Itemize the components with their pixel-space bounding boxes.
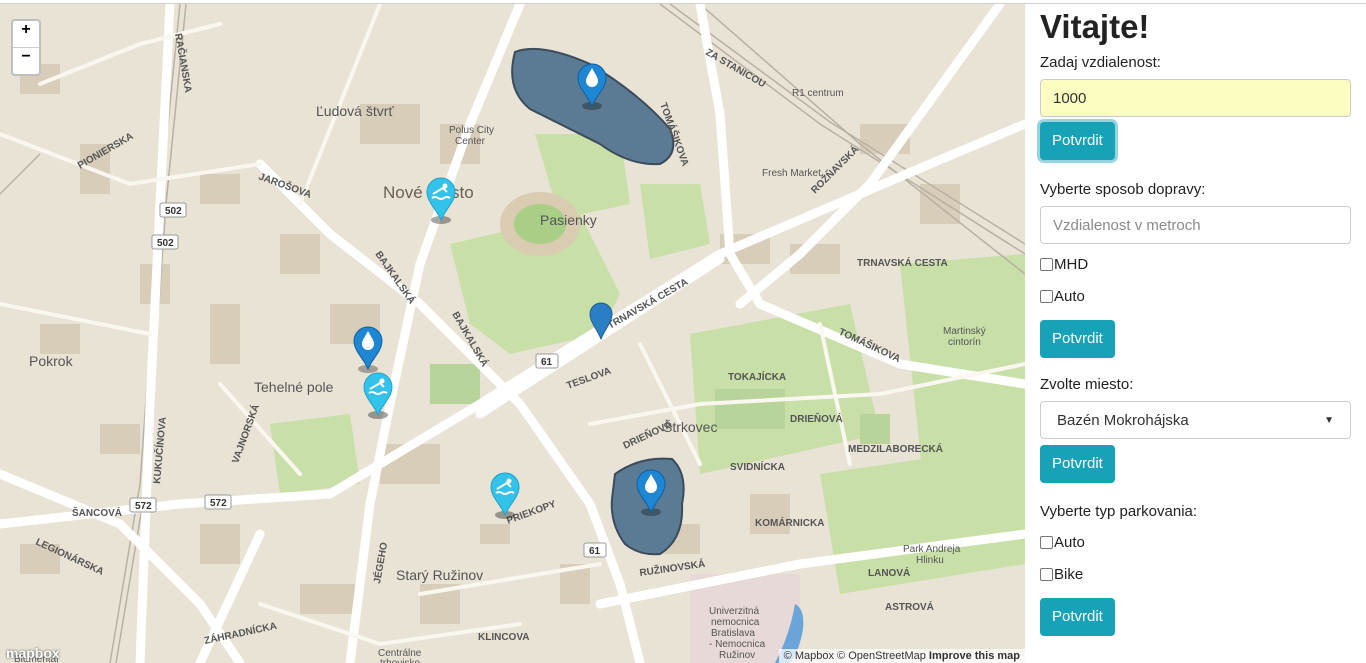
shield-502a: 502 — [165, 206, 182, 217]
chevron-down-icon: ▼ — [1324, 414, 1334, 426]
label-astrova: ASTROVÁ — [885, 600, 934, 613]
label-jarosova: JAROŠOVA — [257, 170, 313, 201]
auto-checkbox[interactable] — [1040, 289, 1053, 303]
mapbox-logo[interactable]: mapbox — [6, 645, 60, 661]
label-polus2: Center — [455, 136, 486, 147]
confirm-transport-button[interactable]: Potvrdit — [1040, 320, 1115, 358]
bike-checkbox[interactable] — [1040, 567, 1053, 581]
label-freshmarket: Fresh Market — [762, 168, 821, 179]
label-sancova: ŠANCOVÁ — [72, 506, 122, 519]
mhd-checkbox[interactable] — [1040, 257, 1053, 271]
label-trnavska: TRNAVSKÁ CESTA — [605, 275, 690, 332]
confirm-parking-button[interactable]: Potvrdit — [1040, 598, 1115, 636]
label-nemocnica4: - Nemocnica — [709, 639, 766, 650]
mhd-label: MHD — [1054, 255, 1089, 273]
place-label: Zvolte miesto: — [1040, 376, 1134, 393]
label-martinsky2: cintorín — [948, 337, 981, 348]
improve-map-link[interactable]: Improve this map — [929, 650, 1020, 662]
label-jegeho: JÉGEHO — [370, 541, 390, 585]
label-ludova: Ľudová štvrť — [316, 103, 394, 119]
label-martinsky: Martinský — [943, 326, 986, 337]
distance-input[interactable]: 1000 — [1040, 79, 1351, 117]
transport-distance-input[interactable]: Vzdialenost v metroch — [1040, 206, 1351, 244]
label-teslova: TESLOVA — [565, 366, 612, 392]
label-trnavska2: TRNAVSKÁ CESTA — [857, 256, 948, 269]
zoom-in-button[interactable]: + — [13, 21, 39, 48]
label-polus: Polus City — [449, 125, 494, 136]
transport-label: Vyberte sposob dopravy: — [1040, 181, 1206, 198]
label-klincova: KLINCOVA — [478, 632, 529, 643]
control-panel: Vitajte! Zadaj vzdialenost: 1000 Potvrdi… — [1040, 4, 1351, 636]
shield-61b: 61 — [589, 546, 601, 557]
label-nemocnica1: Univerzitná — [709, 606, 759, 617]
label-racianska: RAČIANSKA — [172, 32, 195, 93]
page-title: Vitajte! — [1040, 8, 1150, 45]
map[interactable]: TRNAVSKÁ CESTA TRNAVSKÁ CESTA TOMÁŠIKOVA… — [0, 4, 1025, 663]
shield-572b: 572 — [210, 498, 227, 509]
label-svidnicka: SVIDNÍCKA — [730, 460, 785, 473]
confirm-distance-button[interactable]: Potvrdit — [1040, 122, 1115, 160]
label-pokrok: Pokrok — [29, 353, 74, 369]
label-nemocnica5: Ružinov — [719, 650, 755, 661]
label-parkandreja2: Hlinku — [916, 555, 944, 566]
bike-checkbox-row[interactable]: Bike — [1040, 564, 1351, 584]
swimming-marker-icon[interactable] — [426, 177, 456, 224]
label-starynuzinov: Starý Ružinov — [396, 567, 483, 583]
label-lanova: LANOVÁ — [868, 566, 910, 579]
map-attribution: © Mapbox © OpenStreetMap Improve this ma… — [778, 649, 1025, 663]
bike-label: Bike — [1054, 565, 1084, 583]
mapbox-logo-text: mapbox — [6, 645, 60, 661]
shield-61a: 61 — [541, 357, 553, 368]
label-pasienky: Pasienky — [540, 212, 597, 228]
label-medzilaborecka: MEDZILABORECKÁ — [848, 442, 943, 455]
zoom-out-button[interactable]: − — [13, 48, 39, 74]
mhd-checkbox-row[interactable]: MHD — [1040, 254, 1351, 274]
label-centralne2: trhovisko — [380, 658, 420, 663]
shield-572a: 572 — [135, 501, 152, 512]
parking-label: Vyberte typ parkovania: — [1040, 503, 1198, 520]
distance-label: Zadaj vzdialenost: — [1040, 54, 1161, 71]
place-select-value: Bazén Mokrohájska — [1057, 411, 1189, 429]
water-marker-icon[interactable] — [353, 326, 383, 373]
parking-auto-checkbox[interactable] — [1040, 535, 1053, 549]
label-r1: R1 centrum — [792, 88, 844, 99]
label-tokajicka: TOKAJÍCKA — [728, 370, 786, 383]
label-nemocnica3: Bratislava — [711, 628, 755, 639]
attribution-osm[interactable]: © OpenStreetMap — [837, 650, 926, 662]
label-komarnicka: KOMÁRNICKA — [755, 516, 824, 529]
parking-auto-label: Auto — [1054, 533, 1085, 551]
map-canvas: TRNAVSKÁ CESTA TRNAVSKÁ CESTA TOMÁŠIKOVA… — [0, 4, 1025, 663]
label-parkandreja: Park Andreja — [903, 544, 961, 555]
shield-502b: 502 — [157, 238, 174, 249]
auto-checkbox-row[interactable]: Auto — [1040, 286, 1351, 306]
place-select[interactable]: Bazén Mokrohájska ▼ — [1040, 401, 1351, 439]
parking-auto-checkbox-row[interactable]: Auto — [1040, 532, 1351, 552]
attribution-mapbox[interactable]: © Mapbox — [784, 650, 834, 662]
label-tehelne: Tehelné pole — [254, 379, 334, 395]
label-drienova2: DRIEŇOVÁ — [790, 412, 843, 425]
confirm-place-button[interactable]: Potvrdit — [1040, 445, 1115, 483]
label-strkovec: Štrkovec — [663, 419, 717, 435]
auto-label: Auto — [1054, 287, 1085, 305]
zoom-control: + − — [11, 19, 41, 76]
label-nemocnica2: nemocnica — [711, 617, 760, 628]
